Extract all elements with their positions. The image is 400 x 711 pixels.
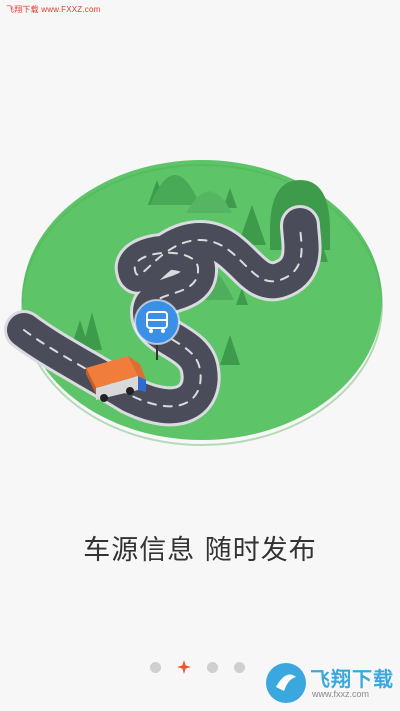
- watermark-logo-url: www.fxxz.com: [312, 689, 370, 699]
- pager-dot-3[interactable]: [207, 661, 218, 673]
- pager-dot-2-active[interactable]: [177, 660, 191, 674]
- page-headline: 车源信息 随时发布: [83, 535, 317, 566]
- pager-dot-4[interactable]: [234, 661, 245, 673]
- pager-dot-1[interactable]: [150, 661, 161, 673]
- star-dot-icon: [177, 660, 191, 674]
- fxxz-logo-icon: [266, 663, 306, 703]
- watermark-logo: 飞翔下载 www.fxxz.com: [264, 661, 394, 705]
- road-illustration: [4, 160, 383, 446]
- watermark-logo-title: 飞翔下载: [310, 667, 394, 691]
- page-indicator: [150, 660, 245, 674]
